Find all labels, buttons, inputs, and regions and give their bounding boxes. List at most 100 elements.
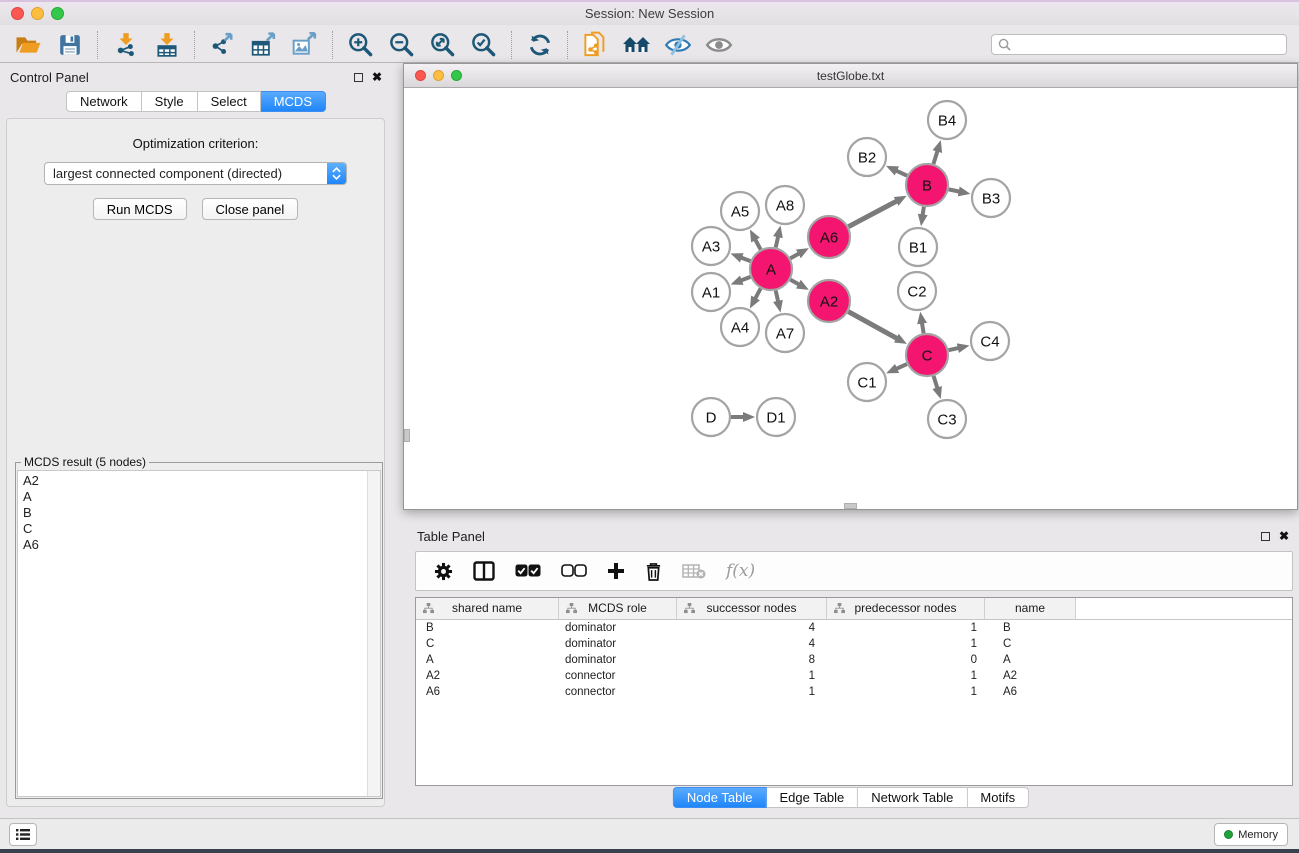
edge-B-B3[interactable] (949, 189, 960, 191)
edge-B-B4[interactable] (933, 151, 937, 164)
node-B2[interactable]: B2 (848, 138, 886, 176)
select-all-button[interactable] (515, 564, 541, 578)
refresh-view-button[interactable] (519, 30, 560, 60)
network-minimize-button[interactable] (433, 70, 444, 81)
node-C1[interactable]: C1 (848, 363, 886, 401)
close-window-button[interactable] (11, 7, 24, 20)
optimization-select[interactable]: largest connected component (directed) (44, 162, 347, 185)
edge-A2-C[interactable] (848, 312, 897, 339)
edge-A-A3[interactable] (741, 257, 751, 261)
node-C4[interactable]: C4 (971, 322, 1009, 360)
network-canvas[interactable]: B4B2BB3A5A8A6A3B1AA1C2A2A4A7C4CC1C3DD1 (404, 88, 1297, 509)
open-session-button[interactable] (8, 30, 49, 60)
node-C3[interactable]: C3 (928, 400, 966, 438)
close-table-panel-icon[interactable]: ✖ (1279, 532, 1289, 541)
edge-A-A8[interactable] (776, 236, 778, 247)
edge-A-A7[interactable] (776, 290, 778, 301)
close-panel-icon[interactable]: ✖ (372, 73, 382, 82)
zoom-out-button[interactable] (381, 30, 422, 60)
minimize-window-button[interactable] (31, 7, 44, 20)
import-network-button[interactable] (105, 30, 146, 60)
vertical-scroll-thumb[interactable] (404, 429, 410, 442)
edge-A-A1[interactable] (741, 277, 751, 281)
mcds-result-item[interactable]: B (23, 505, 367, 521)
tab-style[interactable]: Style (142, 91, 198, 112)
column-header-predecessor-nodes[interactable]: predecessor nodes (827, 598, 985, 619)
mcds-result-item[interactable]: A (23, 489, 367, 505)
create-column-button[interactable] (473, 561, 495, 581)
tab-network[interactable]: Network (66, 91, 142, 112)
node-A8[interactable]: A8 (766, 186, 804, 224)
edge-A-A2[interactable] (790, 280, 799, 285)
node-A2[interactable]: A2 (808, 280, 850, 322)
save-session-button[interactable] (49, 30, 90, 60)
search-box[interactable] (991, 34, 1287, 55)
node-B1[interactable]: B1 (899, 228, 937, 266)
node-B4[interactable]: B4 (928, 101, 966, 139)
task-history-button[interactable] (9, 823, 37, 846)
edge-A-A6[interactable] (790, 253, 799, 258)
float-table-panel-icon[interactable] (1261, 532, 1270, 541)
first-neighbors-button[interactable] (616, 30, 657, 60)
horizontal-scroll-thumb[interactable] (844, 503, 857, 509)
edge-C-C2[interactable] (922, 323, 924, 334)
node-A6[interactable]: A6 (808, 216, 850, 258)
export-network-button[interactable] (202, 30, 243, 60)
import-table-button[interactable] (146, 30, 187, 60)
edge-A-A4[interactable] (755, 288, 761, 298)
table-tab-edge-table[interactable]: Edge Table (766, 787, 858, 808)
tab-select[interactable]: Select (198, 91, 261, 112)
edge-C-C3[interactable] (934, 376, 938, 388)
network-zoom-button[interactable] (451, 70, 462, 81)
edge-C-C1[interactable] (896, 364, 907, 369)
edge-B-B2[interactable] (896, 171, 907, 176)
table-row[interactable]: Bdominator41B (416, 620, 1292, 636)
run-mcds-button[interactable]: Run MCDS (93, 198, 187, 220)
network-close-button[interactable] (415, 70, 426, 81)
hide-selected-button[interactable] (657, 30, 698, 60)
edge-B-B1[interactable] (923, 207, 924, 216)
edge-A6-B[interactable] (848, 201, 897, 227)
zoom-window-button[interactable] (51, 7, 64, 20)
edge-C-C4[interactable] (948, 348, 958, 350)
node-A[interactable]: A (750, 248, 792, 290)
node-D[interactable]: D (692, 398, 730, 436)
function-builder-button[interactable]: f(x) (726, 561, 755, 581)
float-panel-icon[interactable] (354, 73, 363, 82)
edge-A-A5[interactable] (755, 239, 761, 249)
zoom-in-button[interactable] (340, 30, 381, 60)
node-A4[interactable]: A4 (721, 308, 759, 346)
zoom-selected-button[interactable] (463, 30, 504, 60)
mcds-result-item[interactable]: A2 (23, 473, 367, 489)
table-tab-node-table[interactable]: Node Table (673, 787, 767, 808)
export-table-button[interactable] (243, 30, 284, 60)
show-all-button[interactable] (698, 30, 739, 60)
deselect-all-button[interactable] (561, 564, 587, 578)
node-A5[interactable]: A5 (721, 192, 759, 230)
tab-mcds[interactable]: MCDS (261, 91, 326, 112)
column-header-successor-nodes[interactable]: successor nodes (677, 598, 827, 619)
table-row[interactable]: Adominator80A (416, 652, 1292, 668)
column-header-shared-name[interactable]: shared name (416, 598, 559, 619)
result-scrollbar[interactable] (367, 471, 380, 796)
node-D1[interactable]: D1 (757, 398, 795, 436)
column-header-MCDS-role[interactable]: MCDS role (559, 598, 677, 619)
table-tab-network-table[interactable]: Network Table (858, 787, 967, 808)
memory-button[interactable]: Memory (1214, 823, 1288, 846)
search-input[interactable] (1011, 37, 1280, 53)
mcds-result-item[interactable]: A6 (23, 537, 367, 553)
node-A1[interactable]: A1 (692, 273, 730, 311)
new-network-from-selection-button[interactable] (575, 30, 616, 60)
table-row[interactable]: Cdominator41C (416, 636, 1292, 652)
table-tab-motifs[interactable]: Motifs (967, 787, 1029, 808)
close-panel-button[interactable]: Close panel (202, 198, 299, 220)
node-B3[interactable]: B3 (972, 179, 1010, 217)
node-A3[interactable]: A3 (692, 227, 730, 265)
column-header-name[interactable]: name (985, 598, 1076, 619)
delete-columns-button[interactable] (645, 562, 662, 581)
delete-table-button[interactable] (682, 563, 706, 579)
zoom-fit-button[interactable] (422, 30, 463, 60)
node-A7[interactable]: A7 (766, 314, 804, 352)
node-B[interactable]: B (906, 164, 948, 206)
add-button[interactable] (607, 562, 625, 580)
